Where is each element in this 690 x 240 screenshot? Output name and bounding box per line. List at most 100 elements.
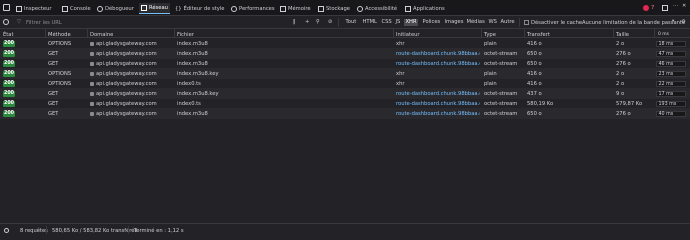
tab-reseau[interactable]: Réseau	[139, 3, 170, 14]
close-icon[interactable]: ✕	[682, 3, 686, 9]
status-badge: 200	[3, 50, 15, 57]
transferred-summary: 580,65 Ko / 583,82 Ko transférés	[52, 227, 138, 234]
col-etat[interactable]: État	[3, 32, 14, 38]
url-filter-input[interactable]: Filtrer les URL	[26, 20, 62, 26]
filter-type-css[interactable]: CSS	[380, 19, 393, 26]
domain-cell: api.gladysgateway.com	[90, 51, 157, 57]
timing-cell: 193 ms	[656, 100, 686, 107]
tab-stockage[interactable]: Stockage	[318, 4, 350, 13]
table-row[interactable]: 200 OPTIONS api.gladysgateway.com index.…	[0, 69, 690, 79]
throttling-select[interactable]: Aucune limitation de la bande passante	[582, 20, 685, 26]
file-cell: index.m3u8	[177, 111, 208, 118]
column-header: État Méthode Domaine Fichier Initiateur …	[0, 29, 690, 38]
timing-cell: 40 ms	[656, 110, 686, 117]
type-cell: octet-stream	[484, 61, 518, 68]
lock-icon	[90, 101, 94, 106]
status-bar: 8 requêtes 580,65 Ko / 583,82 Ko transfé…	[0, 223, 690, 236]
col-divider	[174, 29, 175, 38]
tab-memoire[interactable]: Mémoire	[280, 4, 311, 13]
transfer-cell: 416 o	[527, 71, 542, 78]
tab-inspecteur[interactable]: Inspecteur	[16, 4, 52, 13]
filter-type-html[interactable]: HTML	[361, 19, 378, 26]
method-cell: GET	[48, 51, 59, 58]
col-divider	[393, 29, 394, 38]
col-fichier[interactable]: Fichier	[177, 32, 194, 38]
tab-applications[interactable]: Applications	[405, 4, 445, 13]
col-divider	[87, 29, 88, 38]
file-cell: index0.ts	[177, 101, 201, 108]
filter-type-medias[interactable]: Médias	[465, 19, 486, 26]
domain-cell: api.gladysgateway.com	[90, 101, 157, 107]
domain-cell: api.gladysgateway.com	[90, 41, 157, 47]
file-cell: index.m3u8.key	[177, 91, 219, 98]
table-row[interactable]: 200 OPTIONS api.gladysgateway.com index0…	[0, 79, 690, 89]
accessibility-icon	[357, 5, 363, 12]
initiator-link[interactable]: route-dashboard.chunk.98bbaa.esm.j...	[396, 101, 480, 107]
table-row[interactable]: 200 GET api.gladysgateway.com index.m3u8…	[0, 89, 690, 99]
pause-icon[interactable]: ‖	[293, 19, 296, 25]
status-badge: 200	[3, 100, 15, 107]
search-icon[interactable]: ⚲	[316, 19, 320, 25]
filter-type-images[interactable]: Images	[443, 19, 465, 26]
disable-cache-label: Désactiver le cache	[531, 19, 583, 26]
error-icon[interactable]	[643, 5, 649, 11]
file-cell: index.m3u8	[177, 51, 208, 58]
chevron-down-icon: ▾	[672, 19, 675, 24]
file-cell: index.m3u8	[177, 61, 208, 68]
initiator-link[interactable]: route-dashboard.chunk.98bbaa.esm.j...	[396, 61, 480, 67]
applications-icon	[405, 5, 411, 12]
clock-icon	[4, 227, 9, 233]
lock-icon	[90, 51, 94, 56]
tab-debogueur[interactable]: Débogueur	[97, 4, 134, 13]
type-cell: plain	[484, 81, 497, 88]
timing-cell: 47 ms	[656, 50, 686, 57]
storage-icon	[318, 5, 324, 12]
col-domaine[interactable]: Domaine	[90, 32, 113, 38]
initiator-link[interactable]: route-dashboard.chunk.98bbaa.esm.j...	[396, 91, 480, 97]
filter-type-xhr[interactable]: XHR	[404, 19, 419, 26]
table-row[interactable]: 200 GET api.gladysgateway.com index.m3u8…	[0, 109, 690, 119]
transfer-cell: 416 o	[527, 41, 542, 48]
col-taille[interactable]: Taille	[616, 32, 629, 38]
clear-icon[interactable]	[3, 19, 9, 25]
status-badge: 200	[3, 110, 15, 117]
col-methode[interactable]: Méthode	[48, 32, 71, 38]
more-options-icon[interactable]: ⋯	[673, 3, 678, 9]
method-cell: OPTIONS	[48, 81, 72, 88]
filter-divider-2	[519, 18, 520, 27]
col-type[interactable]: Type	[484, 32, 496, 38]
col-transfert[interactable]: Transfert	[527, 32, 550, 38]
filter-type-autre[interactable]: Autre	[499, 19, 516, 26]
settings-gear-icon[interactable]: ⚙	[681, 19, 686, 25]
transfer-cell: 650 o	[527, 61, 542, 68]
col-divider	[654, 29, 655, 38]
size-cell: 276 o	[616, 51, 631, 58]
timing-cell: 22 ms	[656, 80, 686, 87]
lock-icon	[90, 41, 94, 46]
table-row[interactable]: 200 OPTIONS api.gladysgateway.com index.…	[0, 39, 690, 49]
filter-type-tout[interactable]: Tout	[344, 19, 358, 26]
initiator-link[interactable]: route-dashboard.chunk.98bbaa.esm.j...	[396, 111, 480, 117]
error-count: 7	[651, 5, 655, 11]
initiator-link[interactable]: route-dashboard.chunk.98bbaa.esm.j...	[396, 51, 480, 57]
method-cell: GET	[48, 91, 59, 98]
table-row[interactable]: 200 GET api.gladysgateway.com index.m3u8…	[0, 59, 690, 69]
col-timeline[interactable]: 0 ms	[658, 32, 669, 37]
tab-accessibilite[interactable]: Accessibilité	[357, 4, 397, 13]
responsive-mode-icon[interactable]	[662, 5, 668, 11]
tab-editeur-de-style[interactable]: {} Éditeur de style	[175, 4, 225, 13]
method-cell: OPTIONS	[48, 71, 72, 78]
status-divider	[46, 226, 47, 234]
disable-cache-checkbox[interactable]	[524, 19, 529, 25]
table-row[interactable]: 200 GET api.gladysgateway.com index0.ts …	[0, 99, 690, 109]
picker-icon[interactable]	[3, 4, 10, 11]
block-icon[interactable]: ⊘	[328, 19, 332, 25]
tab-console[interactable]: Console	[62, 4, 91, 13]
col-initiateur[interactable]: Initiateur	[396, 32, 420, 38]
filter-type-polices[interactable]: Polices	[421, 19, 442, 26]
add-icon[interactable]: +	[305, 19, 309, 25]
filter-type-js[interactable]: JS	[394, 19, 402, 26]
filter-type-ws[interactable]: WS	[487, 19, 498, 26]
tab-performances[interactable]: Performances	[231, 4, 275, 13]
table-row[interactable]: 200 GET api.gladysgateway.com index.m3u8…	[0, 49, 690, 59]
